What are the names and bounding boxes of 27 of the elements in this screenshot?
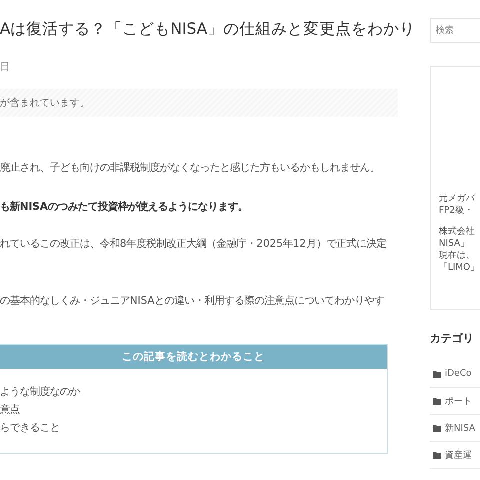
article-title: Aは復活する？「こどもNISA」の仕組みと変更点をわかり (0, 19, 416, 40)
category-heading: カテゴリ (430, 331, 474, 346)
profile-text: 元メガバ (439, 193, 475, 205)
paragraph: の基本的なしくみ・ジュニアNISAとの違い・利用する際の注意点についてわかりやす (0, 294, 385, 308)
notice-banner: が含まれています。 (0, 89, 398, 117)
summary-header: この記事を読むとわかること (0, 345, 387, 369)
search-field[interactable]: 検索 (430, 18, 480, 43)
profile-text: FP2級・ (439, 205, 474, 217)
summary-item: らできること (0, 421, 60, 436)
category-link[interactable]: 資産運 (445, 448, 472, 462)
category-link[interactable]: ポート (445, 394, 472, 408)
folder-icon (433, 370, 441, 378)
profile-text: 「LIMO」 (439, 262, 480, 274)
folder-icon (433, 452, 441, 458)
category-link[interactable]: iDeCo (445, 369, 472, 379)
post-date: 日 (0, 62, 10, 74)
folder-icon (433, 424, 441, 432)
profile-text: 株式会社 (439, 226, 475, 238)
paragraph: 廃止され、子ども向けの非課税制度がなくなったと感じた方もいるかもしれません。 (0, 161, 380, 175)
profile-text: 現在は、 (439, 250, 475, 262)
summary-item: 意点 (0, 403, 20, 418)
profile-text: NISA」 (439, 238, 470, 250)
bold-paragraph: も新NISAのつみたて投資枠が使えるようになります。 (0, 200, 248, 214)
folder-icon (433, 398, 441, 404)
paragraph: れているこの改正は、令和8年度税制改正大綱（金融庁・2025年12月）で正式に決定 (0, 237, 386, 251)
summary-item: ような制度なのか (0, 385, 80, 400)
category-link[interactable]: 新NISA (445, 422, 476, 434)
